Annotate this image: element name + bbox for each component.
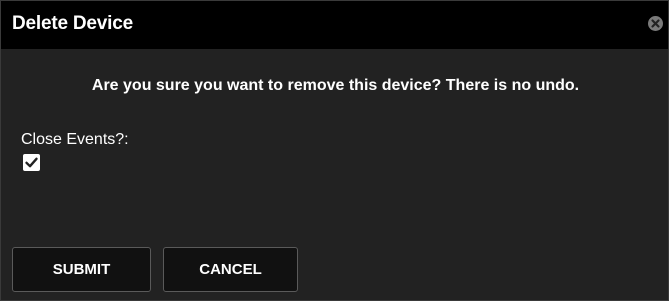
checkmark-icon bbox=[25, 157, 38, 168]
close-events-label: Close Events?: bbox=[21, 131, 129, 148]
cancel-button[interactable]: CANCEL bbox=[163, 247, 298, 292]
delete-device-dialog: Delete Device Are you sure you want to r… bbox=[0, 0, 669, 301]
dialog-title: Delete Device bbox=[12, 13, 133, 34]
close-icon[interactable] bbox=[648, 16, 663, 31]
confirmation-message: Are you sure you want to remove this dev… bbox=[91, 77, 580, 94]
dialog-titlebar: Delete Device bbox=[1, 1, 668, 49]
close-events-checkbox[interactable] bbox=[23, 154, 40, 171]
submit-button[interactable]: SUBMIT bbox=[12, 247, 151, 292]
